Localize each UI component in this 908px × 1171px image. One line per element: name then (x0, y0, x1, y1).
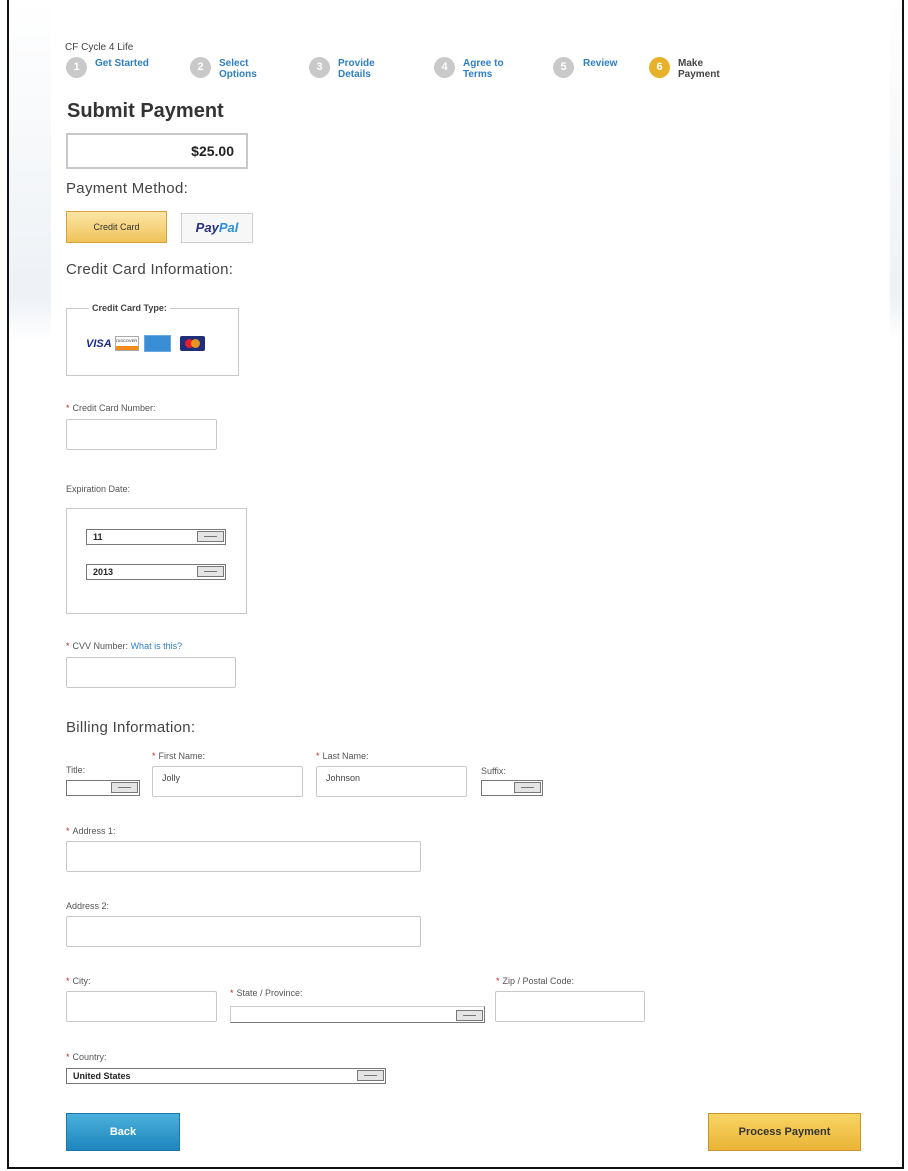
step-2-dot: 2 (190, 57, 211, 78)
address2-input[interactable] (66, 916, 421, 947)
required-marker: * (66, 403, 70, 413)
credit-card-heading: Credit Card Information: (66, 261, 234, 278)
title-select[interactable] (66, 780, 140, 796)
credit-card-button[interactable]: Credit Card (66, 211, 167, 243)
step-3-label[interactable]: Provide Details (338, 58, 388, 80)
right-gutter (890, 0, 902, 1167)
org-name: CF Cycle 4 Life (65, 42, 134, 53)
cvv-help-link[interactable]: What is this? (131, 641, 183, 651)
dropdown-icon[interactable] (197, 566, 224, 577)
payment-method-heading: Payment Method: (66, 180, 189, 197)
dropdown-icon[interactable] (456, 1010, 483, 1021)
required-marker: * (496, 976, 500, 986)
required-marker: * (230, 988, 234, 998)
cvv-label: * CVV Number: What is this? (66, 641, 183, 651)
address1-input[interactable] (66, 841, 421, 872)
dropdown-icon[interactable] (514, 782, 541, 793)
paypal-logo-pal: Pal (218, 220, 239, 235)
card-type-fieldset: Credit Card Type: VISA DISCOVER (66, 303, 239, 376)
dropdown-icon[interactable] (197, 531, 224, 542)
cc-number-label: * Credit Card Number: (66, 403, 156, 413)
page-frame: CF Cycle 4 Life 1 Get Started 2 Select O… (7, 0, 904, 1169)
first-name-label: * First Name: (152, 751, 206, 761)
last-name-input[interactable]: Johnson (316, 766, 467, 797)
back-button[interactable]: Back (66, 1113, 180, 1151)
visa-logo[interactable]: VISA (86, 338, 112, 350)
required-marker: * (66, 826, 70, 836)
step-3-dot: 3 (309, 57, 330, 78)
step-4-label[interactable]: Agree to Terms (463, 58, 508, 80)
step-6-dot: 6 (649, 57, 670, 78)
mastercard-logo[interactable] (179, 336, 205, 351)
step-5-label[interactable]: Review (583, 58, 633, 69)
title-label: Title: (66, 765, 86, 775)
amex-logo[interactable] (143, 335, 171, 352)
zip-input[interactable] (495, 991, 645, 1022)
step-6-label: Make Payment (678, 58, 720, 80)
exp-month-select[interactable]: 11 (86, 529, 226, 545)
dropdown-icon[interactable] (357, 1070, 384, 1081)
city-label: * City: (66, 976, 91, 986)
step-4-dot: 4 (434, 57, 455, 78)
cvv-input[interactable] (66, 657, 236, 688)
card-type-legend: Credit Card Type: (92, 303, 167, 313)
suffix-label: Suffix: (481, 766, 506, 776)
last-name-label: * Last Name: (316, 751, 369, 761)
paypal-logo-pay: Pay (195, 220, 219, 235)
suffix-select[interactable] (481, 780, 543, 796)
discover-logo[interactable]: DISCOVER (114, 336, 139, 351)
required-marker: * (152, 751, 156, 761)
state-select[interactable] (230, 1006, 485, 1023)
process-payment-button[interactable]: Process Payment (708, 1113, 861, 1151)
amount-field: $25.00 (66, 133, 248, 169)
step-5-dot: 5 (553, 57, 574, 78)
first-name-input[interactable]: Jolly (152, 766, 303, 797)
address1-label: * Address 1: (66, 826, 116, 836)
zip-label: * Zip / Postal Code: (496, 976, 575, 986)
dropdown-icon[interactable] (111, 782, 138, 793)
expiration-box: 11 2013 (66, 508, 247, 614)
left-gutter (9, 0, 51, 1167)
required-marker: * (66, 641, 70, 651)
required-marker: * (66, 1052, 70, 1062)
expiration-label: Expiration Date: (66, 484, 131, 494)
required-marker: * (316, 751, 320, 761)
card-logos: VISA DISCOVER (86, 335, 205, 352)
address2-label: Address 2: (66, 901, 110, 911)
billing-heading: Billing Information: (66, 719, 196, 736)
country-label: * Country: (66, 1052, 107, 1062)
city-input[interactable] (66, 991, 217, 1022)
state-label: * State / Province: (230, 988, 303, 998)
exp-year-select[interactable]: 2013 (86, 564, 226, 580)
cc-number-input[interactable] (66, 419, 217, 450)
page-title: Submit Payment (67, 100, 224, 122)
step-2-label[interactable]: Select Options (219, 58, 264, 80)
step-1-label[interactable]: Get Started (95, 58, 165, 69)
step-1-dot: 1 (66, 57, 87, 78)
paypal-button[interactable]: PayPal (181, 213, 253, 243)
required-marker: * (66, 976, 70, 986)
country-select[interactable]: United States (66, 1068, 386, 1084)
